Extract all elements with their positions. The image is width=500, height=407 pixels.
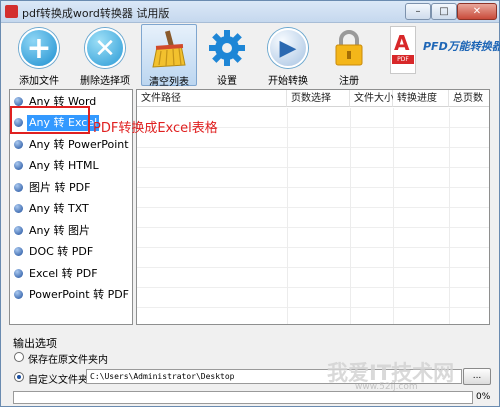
- column-divider: [287, 108, 288, 324]
- mode-item-label: 图片 转 PDF: [29, 181, 91, 194]
- register-label: 注册: [339, 76, 359, 87]
- bullet-icon: [14, 140, 23, 149]
- mode-item-label: Any 转 TXT: [29, 202, 89, 215]
- add-icon: +: [19, 28, 59, 68]
- column-header-size[interactable]: 文件大小: [350, 90, 394, 107]
- pdf-document-icon: A PDF: [390, 26, 416, 74]
- register-button[interactable]: 注册: [321, 24, 377, 87]
- column-header-pages[interactable]: 页数选择: [287, 90, 350, 107]
- clear-list-label: 清空列表: [149, 77, 189, 88]
- bullet-icon: [14, 204, 23, 213]
- column-header-path[interactable]: 文件路径: [137, 90, 287, 107]
- browse-button[interactable]: ...: [463, 368, 491, 385]
- close-button[interactable]: ✕: [457, 3, 497, 20]
- annotation-text: PDF转换成Excel表格: [93, 121, 218, 136]
- app-icon: [5, 5, 18, 18]
- radio-custom-folder[interactable]: [14, 372, 24, 382]
- progress-percent: 0%: [476, 392, 491, 402]
- radio-source-folder-label[interactable]: 保存在原文件夹内: [28, 351, 108, 366]
- maximize-button[interactable]: □: [431, 3, 457, 20]
- bullet-icon: [14, 226, 23, 235]
- table-body[interactable]: [137, 108, 489, 324]
- gear-icon: [209, 30, 245, 66]
- bullet-icon: [14, 97, 23, 106]
- settings-label: 设置: [217, 76, 237, 87]
- mode-item-label: Any 转 PowerPoint: [29, 138, 129, 151]
- annotation-highlight-box: [10, 106, 90, 134]
- pdf-tag: PDF: [392, 55, 414, 64]
- start-convert-label: 开始转换: [268, 76, 308, 87]
- radio-source-folder[interactable]: [14, 352, 24, 362]
- mode-item-label: Any 转 HTML: [29, 159, 99, 172]
- minimize-button[interactable]: –: [405, 3, 431, 20]
- bullet-icon: [14, 269, 23, 278]
- pdf-mark: A: [394, 31, 410, 55]
- watermark-url: www.52ij.com: [355, 382, 418, 392]
- column-divider: [393, 108, 394, 324]
- brand-text: PFD万能转换器: [423, 40, 500, 53]
- column-header-progress[interactable]: 转换进度: [393, 90, 449, 107]
- mode-item-label: Any 转 图片: [29, 224, 90, 237]
- bullet-icon: [14, 161, 23, 170]
- bullet-icon: [14, 247, 23, 256]
- column-divider: [449, 108, 450, 324]
- play-icon: ▶: [268, 28, 308, 68]
- clear-list-button[interactable]: 清空列表: [141, 24, 197, 88]
- mode-item-label: Excel 转 PDF: [29, 267, 98, 280]
- delete-selected-button[interactable]: ✕ 删除选择项: [77, 24, 133, 87]
- progress-bar: [13, 391, 473, 404]
- start-convert-button[interactable]: ▶ 开始转换: [260, 24, 316, 87]
- lock-icon: [335, 30, 363, 66]
- broom-icon: [152, 30, 186, 68]
- mode-item-label: PowerPoint 转 PDF: [29, 288, 129, 301]
- add-file-button[interactable]: + 添加文件: [11, 24, 67, 87]
- brand-logo: A PDF PFD万能转换器: [387, 24, 500, 84]
- delete-icon: ✕: [85, 28, 125, 68]
- bullet-icon: [14, 290, 23, 299]
- settings-button[interactable]: 设置: [199, 24, 255, 87]
- output-options-title: 输出选项: [13, 337, 57, 350]
- column-header-total-pages[interactable]: 总页数: [449, 90, 489, 107]
- bullet-icon: [14, 183, 23, 192]
- add-file-label: 添加文件: [19, 76, 59, 87]
- radio-custom-folder-label[interactable]: 自定义文件夹: [28, 371, 88, 386]
- title-bar[interactable]: pdf转换成word转换器 试用版 – □ ✕: [1, 1, 499, 23]
- toolbar: + 添加文件 ✕ 删除选择项 清空列表 设置 ▶ 开始转换 注册 A PDF P…: [1, 24, 500, 88]
- mode-item-label: DOC 转 PDF: [29, 245, 94, 258]
- column-divider: [350, 108, 351, 324]
- app-window: pdf转换成word转换器 试用版 – □ ✕ + 添加文件 ✕ 删除选择项 清…: [0, 0, 500, 407]
- delete-selected-label: 删除选择项: [80, 76, 130, 87]
- window-title: pdf转换成word转换器 试用版: [22, 7, 170, 20]
